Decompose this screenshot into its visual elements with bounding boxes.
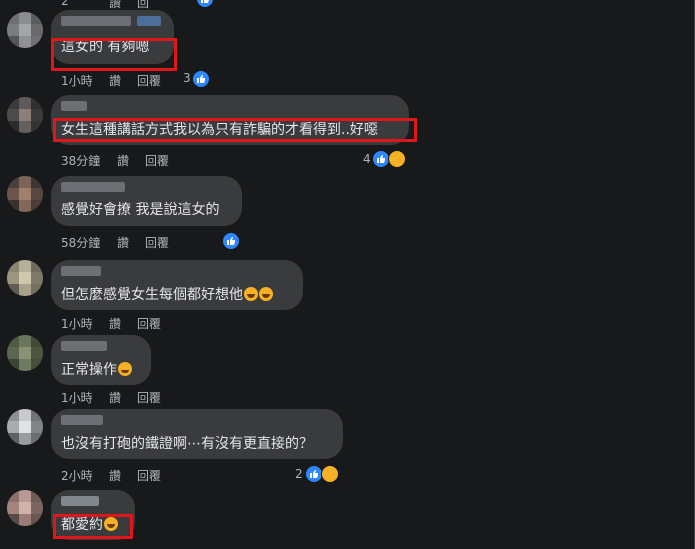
commenter-name[interactable] xyxy=(61,182,125,192)
avatar[interactable] xyxy=(7,409,43,445)
commenter-name[interactable] xyxy=(61,16,131,26)
commenter-name[interactable] xyxy=(61,101,87,111)
comment-text-body: 但怎麼感覺女生每個都好想他 xyxy=(61,287,243,303)
avatar[interactable] xyxy=(7,97,43,133)
reaction-count: 3 xyxy=(183,71,191,85)
reaction-count: 2 xyxy=(295,467,303,481)
comment-bubble: 這女的 有夠嗯 xyxy=(51,10,174,64)
like-icon xyxy=(222,232,240,250)
like-link[interactable]: 讚 xyxy=(109,72,121,89)
reaction-summary[interactable]: 4 xyxy=(363,152,371,170)
avatar[interactable] xyxy=(7,12,43,48)
comment-bubble: 但怎麼感覺女生每個都好想他 xyxy=(51,260,303,310)
comment-text: 都愛約 xyxy=(61,516,118,534)
comment-bubble: 都愛約 xyxy=(51,490,135,540)
comment-text-body: 正常操作 xyxy=(61,362,117,378)
comment-text: 這女的 有夠嗯 xyxy=(61,39,150,55)
like-icon xyxy=(192,70,210,88)
avatar[interactable] xyxy=(7,176,43,212)
reply-link[interactable]: 回覆 xyxy=(137,72,161,89)
comment-bubble: 感覺好會撩 我是說這女的 xyxy=(51,176,242,226)
comment-time: 1小時 xyxy=(61,317,93,331)
rofl-emoji xyxy=(104,517,118,531)
avatar[interactable] xyxy=(7,490,43,526)
comment-text: 感覺好會撩 我是說這女的 xyxy=(61,202,220,218)
avatar[interactable] xyxy=(7,335,43,371)
like-link[interactable]: 讚 xyxy=(109,467,121,484)
comment-bubble: 正常操作 xyxy=(51,335,151,385)
reply-link[interactable]: 回覆 xyxy=(145,234,169,251)
like-icon xyxy=(196,0,214,8)
reply-link[interactable]: 回覆 xyxy=(137,389,161,406)
comment-time: 2小時 xyxy=(61,469,93,483)
haha-icon xyxy=(321,465,339,483)
avatar[interactable] xyxy=(7,260,43,296)
commenter-name-extra xyxy=(137,16,161,26)
reaction-summary[interactable]: 3 xyxy=(183,71,191,89)
sweat-smile-emoji xyxy=(118,362,132,376)
like-link[interactable]: 讚 xyxy=(109,315,121,332)
comment-text: 但怎麼感覺女生每個都好想他 xyxy=(61,286,273,304)
commenter-name[interactable] xyxy=(61,341,107,351)
comment-bubble: 女生這種講話方式我以為只有詐騙的才看得到..好噁 xyxy=(51,95,409,145)
comment-time: 1小時 xyxy=(61,74,93,88)
comment-time: 58分鐘 xyxy=(61,236,101,250)
comment-text: 正常操作 xyxy=(61,361,132,379)
comment-time: 1小時 xyxy=(61,391,93,405)
haha-icon xyxy=(388,150,406,168)
comment-text: 女生這種講話方式我以為只有詐騙的才看得到..好噁 xyxy=(61,122,378,138)
reply-link[interactable]: 回覆 xyxy=(137,315,161,332)
commenter-name[interactable] xyxy=(61,496,99,506)
comment-time: 38分鐘 xyxy=(61,154,101,168)
rofl-emoji xyxy=(259,287,273,301)
like-link[interactable]: 讚 xyxy=(117,234,129,251)
rofl-emoji xyxy=(244,287,258,301)
commenter-name[interactable] xyxy=(61,266,101,276)
reply-link[interactable]: 回覆 xyxy=(137,467,161,484)
reaction-summary[interactable]: 2 xyxy=(295,467,303,485)
like-link[interactable]: 讚 xyxy=(109,389,121,406)
comment-text-body: 都愛約 xyxy=(61,517,103,533)
reaction-count: 4 xyxy=(363,152,371,166)
commenter-name[interactable] xyxy=(61,415,103,425)
comment-bubble: 也沒有打砲的鐵證啊⋯有沒有更直接的？ xyxy=(51,409,343,459)
like-link[interactable]: 讚 xyxy=(117,152,129,169)
reply-link[interactable]: 回覆 xyxy=(145,152,169,169)
comment-text: 也沒有打砲的鐵證啊⋯有沒有更直接的？ xyxy=(61,436,313,452)
